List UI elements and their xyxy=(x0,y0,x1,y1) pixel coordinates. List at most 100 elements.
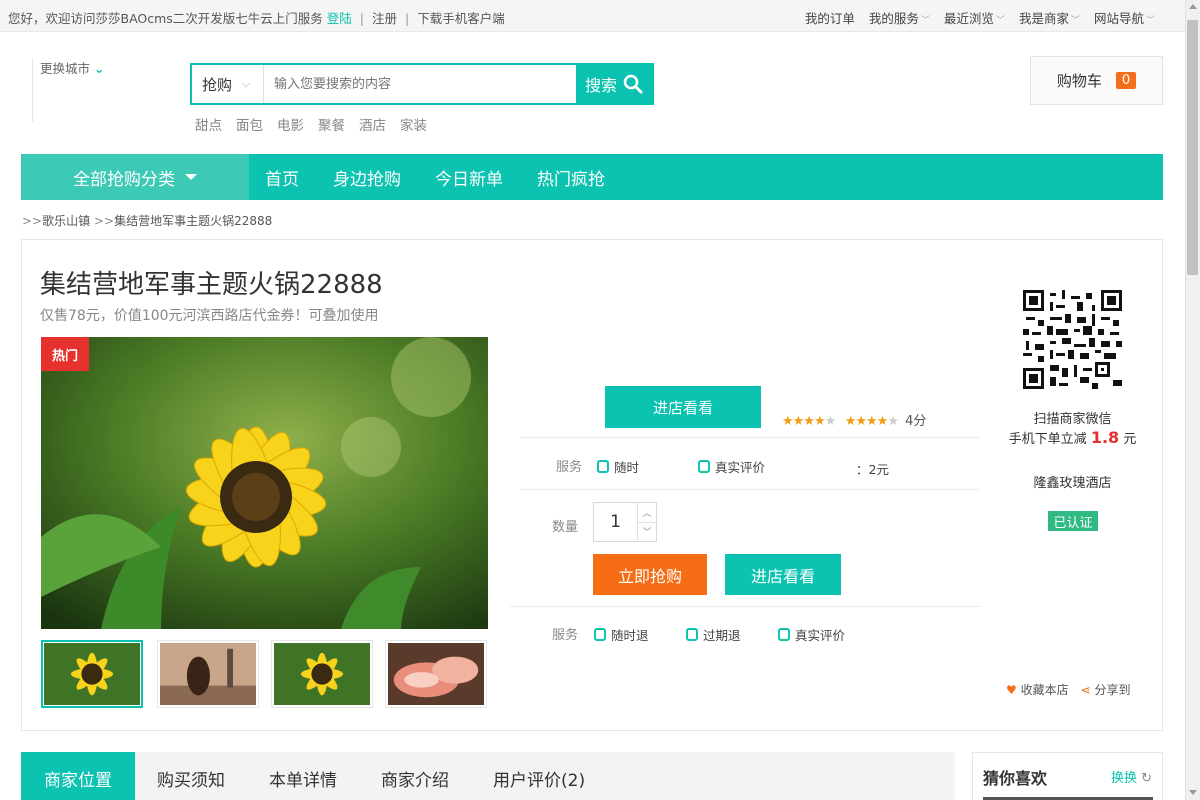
divider xyxy=(520,437,980,438)
divider xyxy=(520,489,980,490)
reduce-text: ：2元 xyxy=(856,462,889,477)
breadcrumb: >>歌乐山镇 >>集结营地军事主题火锅22888 xyxy=(22,214,273,228)
breadcrumb-current: 集结营地军事主题火锅22888 xyxy=(114,214,273,228)
refund-anytime-icon xyxy=(594,628,606,641)
verified-badge: 已认证 xyxy=(1048,511,1098,531)
quantity-value[interactable]: 1 xyxy=(594,503,638,541)
main-nav: 全部抢购分类 首页 身边抢购 今日新单 热门疯抢 xyxy=(21,154,1163,200)
hotword-link[interactable]: 电影 xyxy=(277,114,304,134)
thumbnail-3[interactable] xyxy=(271,640,373,708)
favorite-shop-button[interactable]: ♥ 收藏本店 xyxy=(1006,681,1069,698)
service-item: 真实评价 xyxy=(778,625,845,644)
user-icon xyxy=(698,460,710,473)
share-icon: ⋖ xyxy=(1080,683,1091,697)
scrollbar-thumb[interactable] xyxy=(1187,20,1198,275)
hot-keywords: 甜点 面包 电影 聚餐 酒店 家装 xyxy=(195,114,427,134)
product-subtitle: 仅售78元，价值100元河滨西路店代金券！可叠加使用 xyxy=(40,308,379,324)
increment-icon[interactable]: ︿ xyxy=(638,503,656,522)
my-orders-link[interactable]: 我的订单 xyxy=(805,8,855,27)
enter-shop-button[interactable]: 进店看看 xyxy=(725,554,841,595)
divider: | xyxy=(405,11,410,26)
tab-purchase-notes[interactable]: 购买须知 xyxy=(135,752,247,800)
breadcrumb-link[interactable]: 歌乐山镇 xyxy=(42,214,90,228)
heart-icon: ♥ xyxy=(1006,683,1017,697)
hotword-link[interactable]: 甜点 xyxy=(195,114,222,134)
merchant-actions: ♥ 收藏本店 ⋖ 分享到 xyxy=(1006,681,1131,698)
hot-badge: 热门 xyxy=(41,337,89,371)
tab-reviews[interactable]: 用户评价(2) xyxy=(471,752,607,800)
service-item: 真实评价 xyxy=(698,457,765,476)
top-bar: 您好，欢迎访问莎莎BAOcms二次开发版七牛云上门服务 登陆 | 注册 | 下载… xyxy=(0,0,1185,32)
cart-button[interactable]: 购物车 0 xyxy=(1030,56,1163,105)
chevron-down-icon: ﹀ xyxy=(920,16,930,26)
search-icon xyxy=(623,74,643,94)
guess-title: 猜你喜欢 xyxy=(983,769,1048,788)
caret-down-icon xyxy=(185,174,197,180)
service-item: 过期退 xyxy=(686,625,741,644)
star-icon: ★ xyxy=(887,414,899,429)
chevron-down-icon: ⌵ xyxy=(242,77,251,90)
nav-item-home[interactable]: 首页 xyxy=(265,165,299,190)
scroll-down-arrow-icon[interactable] xyxy=(1189,790,1197,795)
thumbnail-4[interactable] xyxy=(385,640,487,708)
download-app-link[interactable]: 下载手机客户端 xyxy=(417,11,505,26)
nav-item-nearby[interactable]: 身边抢购 xyxy=(333,165,401,190)
search-bar: 抢购 ⌵ 搜索 xyxy=(190,63,654,105)
login-link[interactable]: 登陆 xyxy=(327,11,352,26)
nav-item-today[interactable]: 今日新单 xyxy=(435,165,503,190)
user-icon xyxy=(778,628,790,641)
hotword-link[interactable]: 聚餐 xyxy=(318,114,345,134)
chevron-down-icon: ⌄ xyxy=(94,61,105,76)
detail-tabs: 商家位置 购买须知 本单详情 商家介绍 用户评价(2) xyxy=(21,752,955,800)
all-categories-button[interactable]: 全部抢购分类 xyxy=(21,154,249,200)
divider xyxy=(32,58,33,122)
merchant-name[interactable]: 隆鑫玫瑰酒店 xyxy=(990,472,1155,491)
tab-deal-details[interactable]: 本单详情 xyxy=(247,752,359,800)
mobile-discount: 手机下单立减 1.8 元 xyxy=(1008,428,1137,447)
search-category-select[interactable]: 抢购 ⌵ xyxy=(192,65,264,103)
service-item: 随时退 xyxy=(594,625,649,644)
rating-score: 4分 xyxy=(905,414,927,429)
buy-now-button[interactable]: 立即抢购 xyxy=(593,554,707,595)
star-icon: ★ xyxy=(824,414,837,429)
welcome-area: 您好，欢迎访问莎莎BAOcms二次开发版七牛云上门服务 登陆 | 注册 | 下载… xyxy=(8,8,505,27)
share-button[interactable]: ⋖ 分享到 xyxy=(1081,681,1131,698)
search-button[interactable]: 搜索 xyxy=(576,65,652,103)
site-nav-link[interactable]: 网站导航 ﹀ xyxy=(1094,8,1155,27)
hotword-link[interactable]: 面包 xyxy=(236,114,263,134)
merchant-link[interactable]: 我是商家 ﹀ xyxy=(1019,8,1080,27)
chevron-down-icon: ﹀ xyxy=(995,16,1005,26)
scroll-up-arrow-icon[interactable] xyxy=(1189,4,1197,9)
refresh-button[interactable]: 换换 ↻ xyxy=(1111,767,1152,786)
service-label: 服务 xyxy=(556,460,583,475)
my-services-link[interactable]: 我的服务 ﹀ xyxy=(869,8,930,27)
thumbnail-1[interactable] xyxy=(41,640,143,708)
decrement-icon[interactable]: ﹀ xyxy=(638,521,656,542)
nav-item-hot[interactable]: 热门疯抢 xyxy=(537,165,605,190)
quantity-label: 数量 xyxy=(552,520,579,535)
qr-caption: 扫描商家微信 xyxy=(1033,412,1112,427)
refund-icon xyxy=(597,460,609,473)
rating-stars: ★★★★★ ★★★★★ 4分 xyxy=(782,410,926,429)
hotword-link[interactable]: 家装 xyxy=(400,114,427,134)
recent-views-link[interactable]: 最近浏览 ﹀ xyxy=(944,8,1005,27)
chevron-down-icon: ﹀ xyxy=(1070,16,1080,26)
star-icon: ★★★★ xyxy=(782,414,826,429)
divider: | xyxy=(359,11,365,26)
enter-shop-button[interactable]: 进店看看 xyxy=(605,386,761,428)
tab-location[interactable]: 商家位置 xyxy=(21,752,135,800)
product-main-image xyxy=(41,337,488,629)
thumbnail-2[interactable] xyxy=(157,640,259,708)
nav-items: 首页 身边抢购 今日新单 热门疯抢 xyxy=(265,154,605,200)
service-label: 服务 xyxy=(552,628,579,643)
change-city-button[interactable]: 更换城市 ⌄ xyxy=(40,58,104,77)
tab-merchant-intro[interactable]: 商家介绍 xyxy=(359,752,471,800)
guess-you-like-panel: 猜你喜欢 换换 ↻ xyxy=(972,752,1163,800)
chevron-down-icon: ﹀ xyxy=(1145,16,1155,26)
hotword-link[interactable]: 酒店 xyxy=(359,114,386,134)
register-link[interactable]: 注册 xyxy=(372,11,397,26)
product-title: 集结营地军事主题火锅22888 xyxy=(40,270,383,300)
search-input[interactable] xyxy=(264,65,576,103)
welcome-text: 您好，欢迎访问莎莎BAOcms二次开发版七牛云上门服务 xyxy=(8,11,323,26)
quantity-stepper[interactable]: 1 ︿ ﹀ xyxy=(593,502,657,542)
